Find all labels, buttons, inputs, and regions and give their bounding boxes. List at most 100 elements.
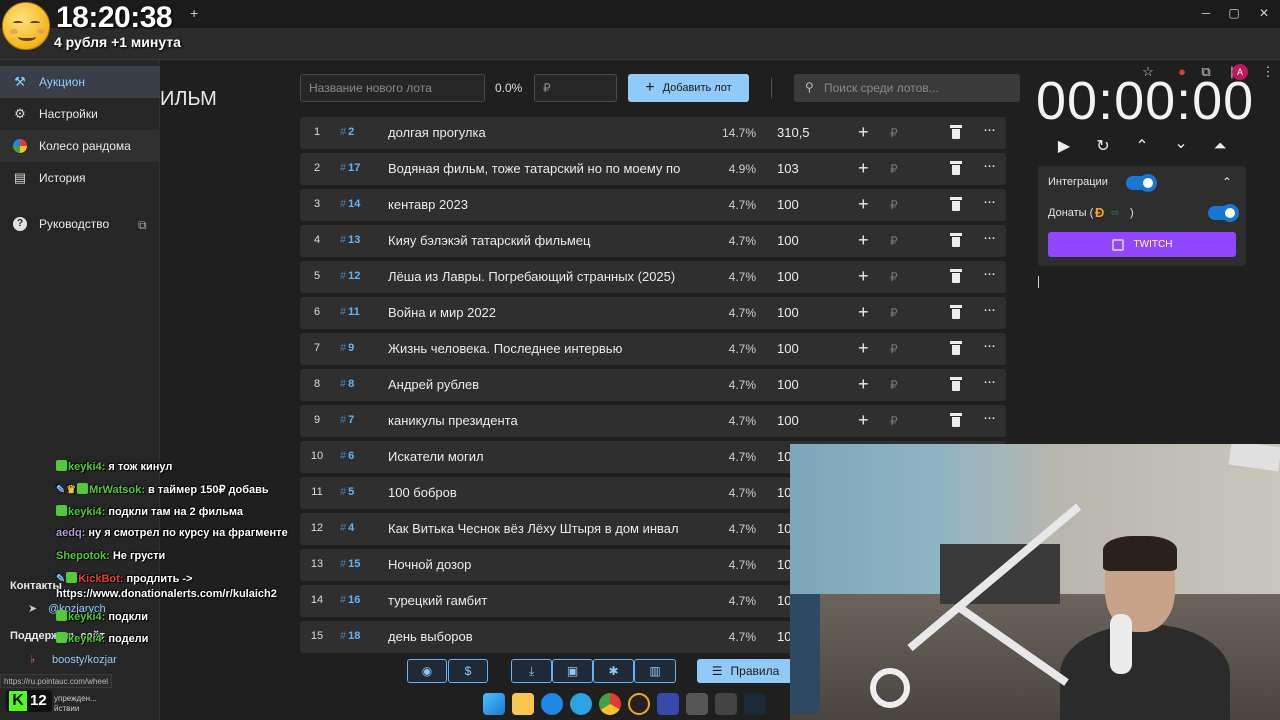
add-amount-icon[interactable]: + <box>858 374 869 395</box>
chevron-up-icon[interactable]: ⌃ <box>1222 175 1232 189</box>
file-explorer-icon[interactable] <box>512 693 534 715</box>
save-button[interactable]: ▣ <box>552 659 593 683</box>
more-options-icon[interactable]: ··· <box>983 121 996 138</box>
obs-icon[interactable] <box>628 693 650 715</box>
add-amount-icon[interactable]: + <box>858 266 869 287</box>
github-button[interactable]: ◉ <box>407 659 447 683</box>
add-amount-icon[interactable]: + <box>858 230 869 251</box>
more-options-icon[interactable]: ··· <box>983 301 996 318</box>
add-amount-icon[interactable]: + <box>858 302 869 323</box>
windows-start-icon[interactable] <box>483 693 505 715</box>
download-button[interactable]: ⤓ <box>511 659 552 683</box>
sidebar-item-guide[interactable]: ? Руководство <box>0 208 160 240</box>
trash-icon[interactable] <box>950 197 962 211</box>
clear-lots-button[interactable]: ▥ <box>634 659 676 683</box>
lot-name[interactable]: Война и мир 2022 <box>388 305 708 320</box>
lot-name[interactable]: Кияу бэлэкэй татарский фильмец <box>388 233 708 248</box>
trash-icon[interactable] <box>950 305 962 319</box>
search-box[interactable]: ⚲ <box>794 74 1020 102</box>
edge-icon[interactable] <box>541 693 563 715</box>
add-amount-icon[interactable]: + <box>858 338 869 359</box>
donations-toggle[interactable] <box>1208 204 1239 222</box>
new-lot-name-input[interactable] <box>300 74 485 102</box>
lot-name[interactable]: Жизнь человека. Последнее интервью <box>388 341 708 356</box>
more-options-icon[interactable]: ··· <box>983 193 996 210</box>
telegram-app-icon[interactable] <box>570 693 592 715</box>
more-options-icon[interactable]: ··· <box>983 229 996 246</box>
trash-icon[interactable] <box>950 233 962 247</box>
sidebar-item-history[interactable]: ▤ История <box>0 162 160 194</box>
ruble-input[interactable]: ₽ <box>890 306 898 320</box>
boosty-link[interactable]: boosty/kozjar <box>52 654 117 666</box>
trash-icon[interactable] <box>950 269 962 283</box>
more-options-icon[interactable]: ··· <box>983 409 996 426</box>
twitch-button[interactable]: TWITCH <box>1048 232 1236 257</box>
steam-icon[interactable] <box>744 693 766 715</box>
more-options-icon[interactable]: ··· <box>983 337 996 354</box>
lot-row[interactable]: 7 #9 Жизнь человека. Последнее интервью 4.7… <box>300 333 1006 365</box>
lot-name[interactable]: Ночной дозор <box>388 557 708 572</box>
add-amount-icon[interactable]: + <box>858 194 869 215</box>
lot-row[interactable]: 6 #11 Война и мир 2022 4.7% 100 + ₽ ··· <box>300 297 1006 329</box>
ruble-input[interactable]: ₽ <box>890 162 898 176</box>
trash-icon[interactable] <box>950 413 962 427</box>
ruble-input[interactable]: ₽ <box>890 342 898 356</box>
lot-row[interactable]: 4 #13 Кияу бэлэкэй татарский фильмец 4.7% 10… <box>300 225 1006 257</box>
ruble-input[interactable]: ₽ <box>890 414 898 428</box>
trash-icon[interactable] <box>950 341 962 355</box>
ruble-input[interactable]: ₽ <box>890 126 898 140</box>
more-options-icon[interactable]: ··· <box>983 157 996 174</box>
rules-button[interactable]: ☰ Правила <box>697 659 794 683</box>
lot-name[interactable]: каникулы президента <box>388 413 708 428</box>
new-lot-price-input[interactable] <box>534 74 617 102</box>
lot-name[interactable]: Андрей рублев <box>388 377 708 392</box>
search-input[interactable] <box>824 74 1014 102</box>
add-amount-icon[interactable]: + <box>858 122 869 143</box>
lot-name[interactable]: турецкий гамбит <box>388 593 708 608</box>
double-chevron-up-icon[interactable]: ⏶ <box>1210 137 1230 157</box>
app-icon[interactable] <box>715 693 737 715</box>
lot-name[interactable]: Лёша из Лавры. Погребающий странных (202… <box>388 269 708 284</box>
lot-name[interactable]: Водяная фильм, тоже татарский но по моем… <box>388 161 708 176</box>
close-window-button[interactable]: ✕ <box>1254 4 1274 22</box>
add-amount-icon[interactable]: + <box>858 158 869 179</box>
donate-button[interactable]: $ <box>448 659 488 683</box>
play-icon[interactable]: ▶ <box>1054 137 1074 157</box>
menu-dots-icon[interactable]: ⋮ <box>1258 62 1278 82</box>
chart-app-icon[interactable] <box>657 693 679 715</box>
lot-name[interactable]: день выборов <box>388 629 708 644</box>
ruble-input[interactable]: ₽ <box>890 378 898 392</box>
trash-icon[interactable] <box>950 161 962 175</box>
trash-icon[interactable] <box>950 377 962 391</box>
sidebar-item-auction[interactable]: ⚒ Аукцион <box>0 66 160 98</box>
add-amount-icon[interactable]: + <box>858 410 869 431</box>
lot-name[interactable]: Искатели могил <box>388 449 708 464</box>
lot-row[interactable]: 5 #12 Лёша из Лавры. Погребающий странных … <box>300 261 1006 293</box>
ruble-input[interactable]: ₽ <box>890 198 898 212</box>
lot-row[interactable]: 3 #14 кентавр 2023 4.7% 100 + ₽ ··· <box>300 189 1006 221</box>
lot-row[interactable]: 1 #2 долгая прогулка 14.7% 310,5 + ₽ ··· <box>300 117 1006 149</box>
bug-report-button[interactable]: ✱ <box>593 659 634 683</box>
minimize-button[interactable]: ─ <box>1196 4 1216 22</box>
lot-name[interactable]: долгая прогулка <box>388 125 708 140</box>
app-icon[interactable] <box>686 693 708 715</box>
sidebar-item-wheel[interactable]: Колесо рандома <box>0 130 160 162</box>
new-tab-button[interactable]: + <box>190 5 198 21</box>
address-bar[interactable]: ☆ ● ⧉ | A ⋮ <box>0 28 1280 80</box>
ruble-input[interactable]: ₽ <box>890 270 898 284</box>
more-options-icon[interactable]: ··· <box>983 373 996 390</box>
ruble-input[interactable]: ₽ <box>890 234 898 248</box>
reset-icon[interactable]: ↻ <box>1093 137 1113 157</box>
maximize-button[interactable]: ▢ <box>1224 4 1244 22</box>
chevron-down-icon[interactable]: ⌄ <box>1171 134 1191 154</box>
trash-icon[interactable] <box>950 125 962 139</box>
lot-name[interactable]: кентавр 2023 <box>388 197 708 212</box>
chrome-icon[interactable] <box>599 693 621 715</box>
lot-name[interactable]: 100 бобров <box>388 485 708 500</box>
integrations-toggle[interactable] <box>1126 174 1157 192</box>
add-lot-button[interactable]: + Добавить лот <box>628 74 749 102</box>
lot-row[interactable]: 2 #17 Водяная фильм, тоже татарский но по … <box>300 153 1006 185</box>
lot-row[interactable]: 8 #8 Андрей рублев 4.7% 100 + ₽ ··· <box>300 369 1006 401</box>
chevron-up-icon[interactable]: ⌃ <box>1132 137 1152 157</box>
more-options-icon[interactable]: ··· <box>983 265 996 282</box>
